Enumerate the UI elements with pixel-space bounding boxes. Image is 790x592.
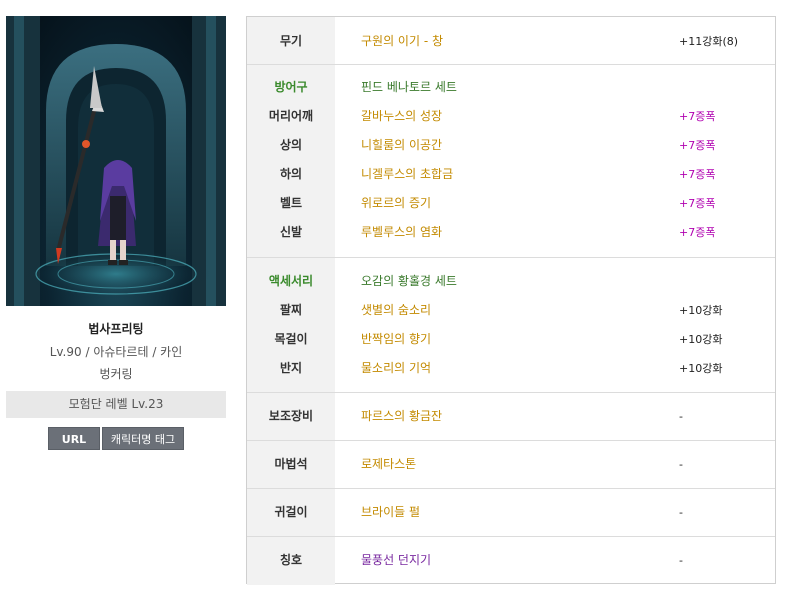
slot-label: 무기 (279, 34, 303, 48)
set-name[interactable]: 핀드 베나토르 세트 (361, 73, 457, 102)
sub-weapon-section: 보조장비 파르스의 황금잔 - (247, 393, 775, 441)
set-row-accessory: 액세서리 오감의 황홀경 세트 (247, 267, 775, 296)
enhance-value: +11강화(8) (679, 35, 739, 48)
item-name[interactable]: 갈바누스의 성장 (361, 102, 442, 131)
enhance-value: - (679, 506, 683, 519)
enhance-value: +10강화 (679, 333, 723, 346)
item-name[interactable]: 로제타스톤 (361, 450, 416, 479)
item-name[interactable]: 샛별의 숨소리 (361, 296, 431, 325)
enhance-value: +7증폭 (679, 139, 716, 152)
adventure-level: 모험단 레벨 Lv.23 (6, 391, 226, 418)
slot-label: 팔찌 (279, 303, 303, 317)
character-portrait (6, 16, 226, 306)
slot-label: 귀걸이 (274, 505, 308, 519)
enhance-value: +7증폭 (679, 197, 716, 210)
item-name[interactable]: 구원의 이기 - 창 (361, 27, 443, 56)
earring-section: 귀걸이 브라이들 펄 - (247, 489, 775, 537)
title-section: 칭호 물풍선 던지기 - (247, 537, 775, 585)
item-name[interactable]: 니힐룸의 이공간 (361, 131, 442, 160)
equipment-row-earring: 귀걸이 브라이들 펄 - (247, 498, 775, 527)
item-name[interactable]: 위로르의 증기 (361, 189, 431, 218)
character-info: Lv.90 / 아슈타르테 / 카인 (49, 345, 183, 359)
slot-label: 머리어깨 (268, 109, 314, 123)
item-name[interactable]: 물소리의 기억 (361, 354, 431, 383)
item-name[interactable]: 루벨루스의 염화 (361, 218, 442, 247)
equipment-table: 무기 구원의 이기 - 창 +11강화(8) 방어구 핀드 베나토르 세트 머리… (246, 16, 776, 585)
enhance-value: +7증폭 (679, 168, 716, 181)
item-name[interactable]: 반짝임의 향기 (361, 325, 431, 354)
equipment-row-bottom: 하의 니겔루스의 초합금 +7증폭 (247, 160, 775, 189)
slot-label: 벨트 (279, 196, 303, 210)
guild-name: 벙커링 (99, 367, 133, 381)
slot-label: 목걸이 (274, 332, 308, 346)
slot-label: 마법석 (274, 457, 308, 471)
armor-section: 방어구 핀드 베나토르 세트 머리어깨 갈바누스의 성장 +7증폭 상의 니힐룸… (247, 65, 775, 258)
equipment-row-magic-stone: 마법석 로제타스톤 - (247, 450, 775, 479)
set-row-armor: 방어구 핀드 베나토르 세트 (247, 73, 775, 102)
character-profile: 법사프리팅 Lv.90 / 아슈타르테 / 카인 벙커링 모험단 레벨 Lv.2… (6, 16, 226, 450)
equipment-row-top: 상의 니힐룸의 이공간 +7증폭 (247, 131, 775, 160)
slot-label: 반지 (279, 361, 303, 375)
item-name[interactable]: 니겔루스의 초합금 (361, 160, 453, 189)
enhance-value: +7증폭 (679, 110, 716, 123)
equipment-row-weapon: 무기 구원의 이기 - 창 +11강화(8) (247, 27, 775, 56)
equipment-row-bracelet: 팔찌 샛별의 숨소리 +10강화 (247, 296, 775, 325)
item-name[interactable]: 브라이들 펄 (361, 498, 420, 527)
category-label: 액세서리 (268, 274, 314, 288)
slot-label: 칭호 (279, 553, 303, 567)
slot-label: 신발 (279, 225, 303, 239)
slot-label: 하의 (279, 167, 303, 181)
enhance-value: - (679, 458, 683, 471)
enhance-value: - (679, 410, 683, 423)
character-name: 법사프리팅 (88, 322, 144, 336)
profile-buttons: URL 캐릭터명 태그 (6, 427, 226, 450)
character-tag-button[interactable]: 캐릭터명 태그 (102, 427, 184, 450)
enhance-value: +10강화 (679, 362, 723, 375)
item-name[interactable]: 물풍선 던지기 (361, 546, 431, 575)
category-label: 방어구 (274, 80, 308, 94)
url-button[interactable]: URL (48, 427, 100, 450)
enhance-value: +10강화 (679, 304, 723, 317)
equipment-row-shoes: 신발 루벨루스의 염화 +7증폭 (247, 218, 775, 247)
equipment-row-sub-weapon: 보조장비 파르스의 황금잔 - (247, 402, 775, 431)
equipment-row-belt: 벨트 위로르의 증기 +7증폭 (247, 189, 775, 218)
enhance-value: +7증폭 (679, 226, 716, 239)
enhance-value: - (679, 554, 683, 567)
item-name[interactable]: 파르스의 황금잔 (361, 402, 442, 431)
equipment-row-title: 칭호 물풍선 던지기 - (247, 546, 775, 575)
set-name[interactable]: 오감의 황홀경 세트 (361, 267, 457, 296)
weapon-section: 무기 구원의 이기 - 창 +11강화(8) (247, 17, 775, 65)
slot-label: 보조장비 (268, 409, 314, 423)
equipment-row-ring: 반지 물소리의 기억 +10강화 (247, 354, 775, 383)
accessory-section: 액세서리 오감의 황홀경 세트 팔찌 샛별의 숨소리 +10강화 목걸이 반짝임… (247, 258, 775, 393)
magic-stone-section: 마법석 로제타스톤 - (247, 441, 775, 489)
equipment-row-head: 머리어깨 갈바누스의 성장 +7증폭 (247, 102, 775, 131)
slot-label: 상의 (279, 138, 303, 152)
equipment-row-necklace: 목걸이 반짝임의 향기 +10강화 (247, 325, 775, 354)
